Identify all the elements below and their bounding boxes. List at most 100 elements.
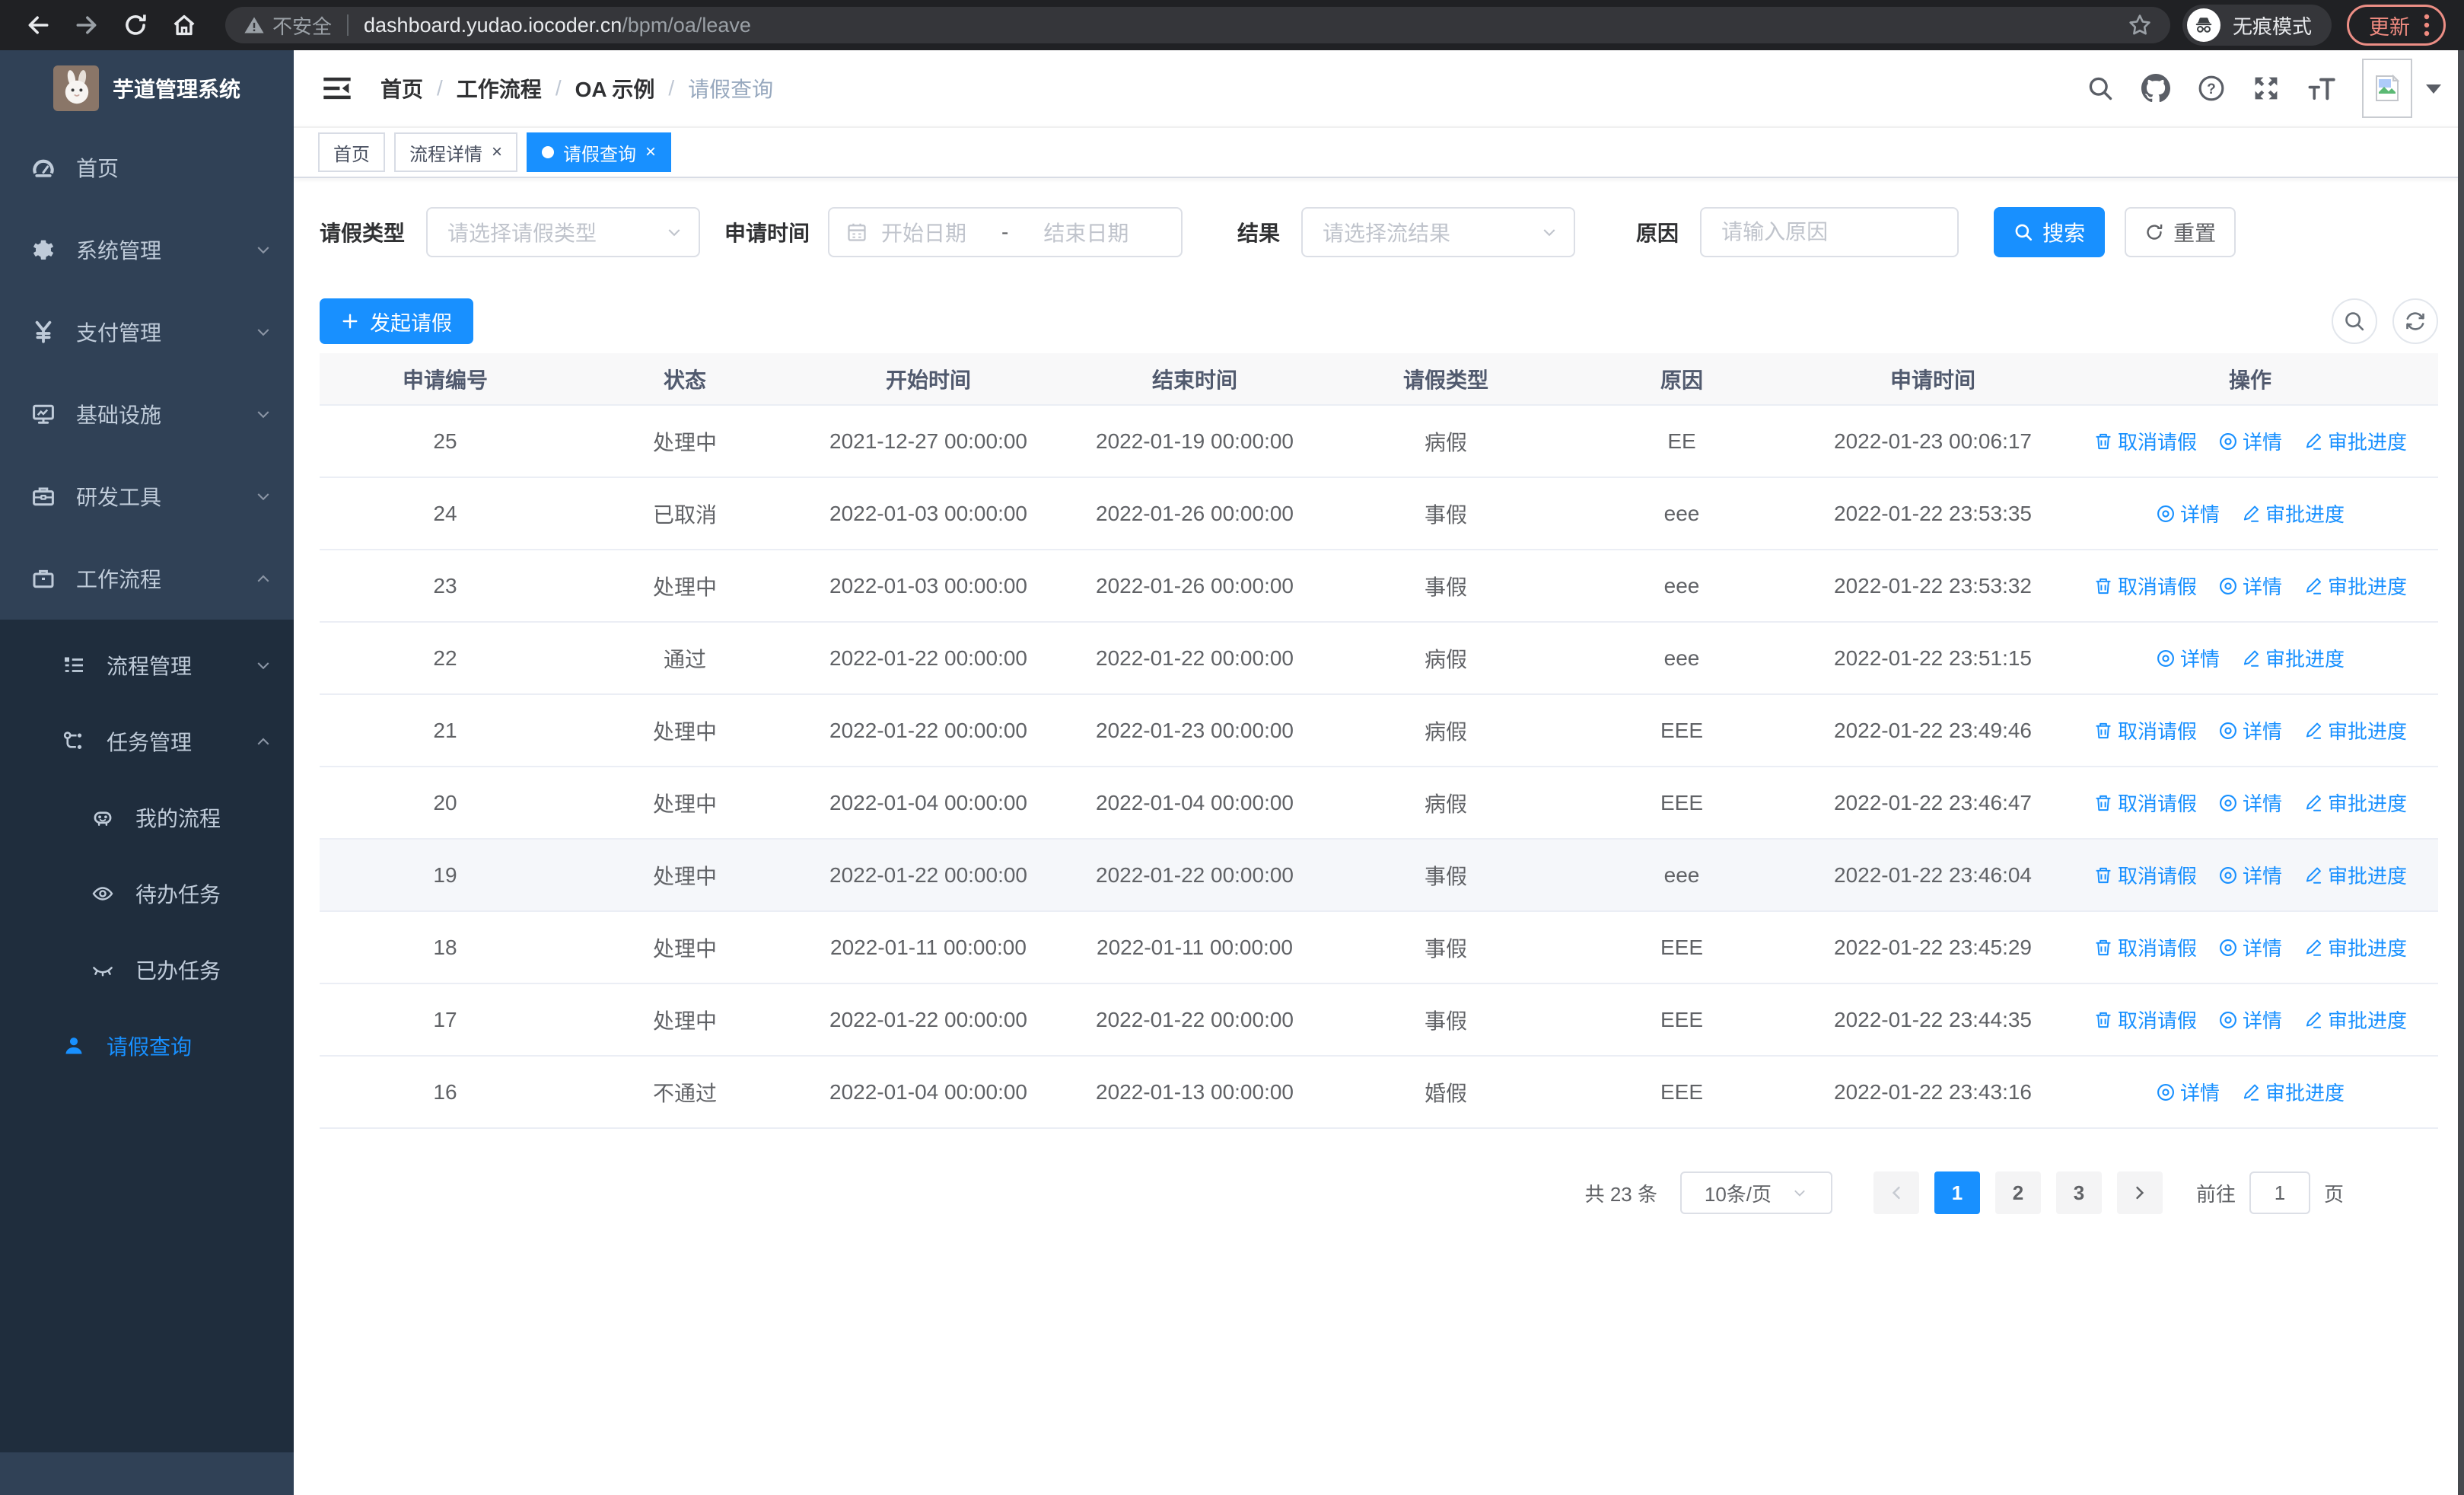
sidebar-item-devtools[interactable]: 研发工具 — [0, 455, 294, 537]
cell-id: 16 — [320, 1056, 571, 1129]
cell-leave-type: 婚假 — [1332, 1056, 1560, 1129]
font-size-icon[interactable] — [2294, 74, 2350, 103]
tab-home[interactable]: 首页 — [318, 132, 385, 172]
action-approve-progress-link[interactable]: 审批进度 — [2303, 861, 2407, 889]
forward-icon[interactable] — [67, 5, 107, 45]
prev-page-button[interactable] — [1873, 1171, 1919, 1214]
result-select[interactable]: 请选择流结果 — [1301, 207, 1576, 257]
action-approve-progress-link[interactable]: 审批进度 — [2241, 1078, 2345, 1106]
calendar-icon — [846, 222, 867, 243]
action-detail-link[interactable]: 详情 — [2218, 427, 2282, 455]
close-icon[interactable]: × — [645, 143, 656, 161]
reset-button[interactable]: 重置 — [2125, 207, 2236, 257]
cell-start-time: 2022-01-22 00:00:00 — [799, 622, 1058, 695]
cell-reason: EEE — [1560, 983, 1803, 1057]
action-detail-link[interactable]: 详情 — [2218, 716, 2282, 744]
cell-end-time: 2022-01-19 00:00:00 — [1058, 405, 1332, 478]
breadcrumb-separator: / — [668, 76, 675, 100]
fullscreen-icon[interactable] — [2239, 75, 2294, 102]
action-approve-progress-link[interactable]: 审批进度 — [2303, 572, 2407, 600]
sidebar-item-process-mgmt[interactable]: 流程管理 — [0, 627, 294, 703]
action-detail-link[interactable]: 详情 — [2156, 1078, 2220, 1106]
sidebar-item-payment[interactable]: 支付管理 — [0, 291, 294, 373]
leave-type-select[interactable]: 请选择请假类型 — [426, 207, 701, 257]
sidebar-item-leave-query[interactable]: 请假查询 — [0, 1008, 294, 1084]
sidebar-item-done-tasks[interactable]: 已办任务 — [0, 932, 294, 1008]
cell-end-time: 2022-01-22 00:00:00 — [1058, 622, 1332, 695]
breadcrumb-item[interactable]: 工作流程 — [457, 73, 542, 104]
page-button-3[interactable]: 3 — [2055, 1171, 2102, 1214]
sidebar-item-home[interactable]: 首页 — [0, 126, 294, 209]
avatar-caret-icon[interactable] — [2426, 82, 2441, 94]
url-bar[interactable]: 不安全 dashboard.yudao.iocoder.cn/bpm/oa/le… — [225, 7, 2170, 43]
logo-image — [53, 65, 99, 111]
refresh-table-button[interactable] — [2392, 298, 2438, 344]
browser-menu-icon[interactable] — [2424, 13, 2430, 37]
toolbox-icon — [30, 484, 56, 508]
action-cancel-leave-link[interactable]: 取消请假 — [2093, 427, 2197, 455]
url-host: dashboard.yudao.iocoder.cn — [364, 13, 622, 37]
update-button[interactable]: 更新 — [2347, 5, 2446, 46]
action-cancel-leave-link[interactable]: 取消请假 — [2093, 861, 2197, 889]
next-page-button[interactable] — [2116, 1171, 2163, 1214]
app-logo[interactable]: 芋道管理系统 — [0, 50, 294, 126]
action-approve-progress-link[interactable]: 审批进度 — [2303, 1006, 2407, 1034]
github-icon[interactable] — [2128, 74, 2184, 103]
action-cancel-leave-link[interactable]: 取消请假 — [2093, 716, 2197, 744]
page-size-select[interactable]: 10条/页 — [1679, 1171, 1832, 1214]
action-detail-link[interactable]: 详情 — [2218, 789, 2282, 817]
back-icon[interactable] — [18, 5, 58, 45]
filter-form: 请假类型 请选择请假类型 申请时间 开始日期 - 结束日期 结果 请选择流结果 … — [320, 207, 2438, 257]
action-approve-progress-link[interactable]: 审批进度 — [2303, 716, 2407, 744]
help-icon[interactable]: ? — [2184, 75, 2239, 102]
action-cancel-leave-link[interactable]: 取消请假 — [2093, 933, 2197, 961]
action-detail-link[interactable]: 详情 — [2218, 861, 2282, 889]
action-approve-progress-link[interactable]: 审批进度 — [2241, 499, 2345, 528]
monitor-icon — [30, 402, 56, 426]
action-detail-link[interactable]: 详情 — [2218, 933, 2282, 961]
sidebar-item-todo-tasks[interactable]: 待办任务 — [0, 856, 294, 932]
action-detail-link[interactable]: 详情 — [2218, 572, 2282, 600]
cell-status: 已取消 — [571, 477, 799, 550]
sidebar-item-task-mgmt[interactable]: 任务管理 — [0, 703, 294, 779]
search-button[interactable]: 搜索 — [1994, 207, 2106, 257]
cell-apply-time: 2022-01-22 23:43:16 — [1803, 1056, 2062, 1129]
bookmark-star-icon[interactable] — [2128, 13, 2152, 37]
show-search-toggle-button[interactable] — [2332, 298, 2377, 344]
cell-leave-type: 事假 — [1332, 839, 1560, 912]
page-button-1[interactable]: 1 — [1934, 1171, 1980, 1214]
action-cancel-leave-link[interactable]: 取消请假 — [2093, 1006, 2197, 1034]
apply-time-range-picker[interactable]: 开始日期 - 结束日期 — [828, 207, 1183, 257]
home-icon[interactable] — [164, 5, 204, 45]
reload-icon[interactable] — [116, 5, 155, 45]
action-cancel-leave-link[interactable]: 取消请假 — [2093, 572, 2197, 600]
tab-process-detail[interactable]: 流程详情 × — [394, 132, 518, 172]
reason-input[interactable] — [1700, 207, 1959, 257]
cell-reason: eee — [1560, 839, 1803, 912]
cell-actions: 取消请假 详情 审批进度 — [2062, 911, 2438, 984]
sidebar-item-infra[interactable]: 基础设施 — [0, 373, 294, 455]
sidebar-item-workflow[interactable]: 工作流程 — [0, 537, 294, 620]
action-cancel-leave-link[interactable]: 取消请假 — [2093, 789, 2197, 817]
sidebar-collapse-icon[interactable] — [317, 74, 358, 103]
avatar[interactable] — [2362, 59, 2412, 118]
cell-id: 22 — [320, 622, 571, 695]
create-leave-button[interactable]: 发起请假 — [320, 298, 473, 344]
action-detail-link[interactable]: 详情 — [2218, 1006, 2282, 1034]
search-icon[interactable] — [2073, 75, 2128, 102]
page-button-2[interactable]: 2 — [1994, 1171, 2041, 1214]
tab-leave-query[interactable]: 请假查询 × — [527, 132, 672, 172]
action-approve-progress-link[interactable]: 审批进度 — [2303, 427, 2407, 455]
action-approve-progress-link[interactable]: 审批进度 — [2303, 789, 2407, 817]
action-approve-progress-link[interactable]: 审批进度 — [2303, 933, 2407, 961]
action-detail-link[interactable]: 详情 — [2156, 499, 2220, 528]
close-icon[interactable]: × — [492, 143, 502, 161]
action-approve-progress-link[interactable]: 审批进度 — [2241, 644, 2345, 672]
breadcrumb-item[interactable]: 首页 — [380, 73, 423, 104]
sidebar-item-system[interactable]: 系统管理 — [0, 209, 294, 291]
cell-apply-time: 2022-01-22 23:45:29 — [1803, 911, 2062, 984]
action-detail-link[interactable]: 详情 — [2156, 644, 2220, 672]
goto-page-input[interactable] — [2249, 1171, 2310, 1214]
breadcrumb-item[interactable]: OA 示例 — [575, 73, 655, 104]
sidebar-item-my-process[interactable]: 我的流程 — [0, 779, 294, 856]
